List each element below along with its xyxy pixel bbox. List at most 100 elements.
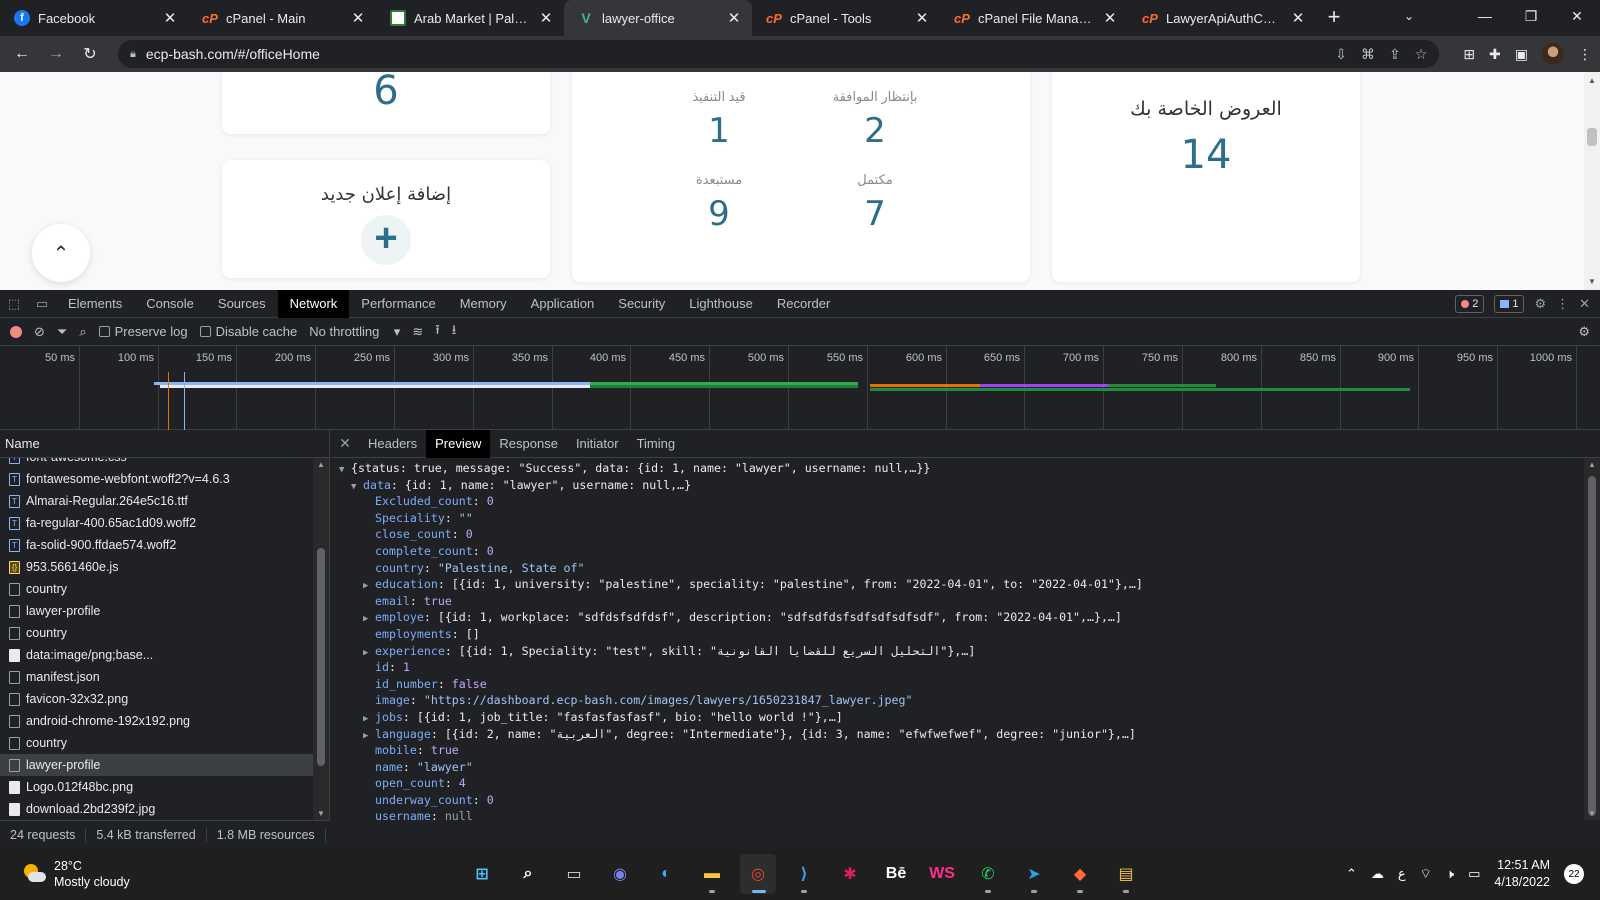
detail-tab-response[interactable]: Response (490, 430, 567, 458)
telegram-icon[interactable]: ➤ (1016, 854, 1052, 894)
devtools-tab-sources[interactable]: Sources (206, 290, 278, 318)
devtools-tab-performance[interactable]: Performance (349, 290, 447, 318)
devtools-tab-elements[interactable]: Elements (56, 290, 134, 318)
scroll-down-arrow-icon[interactable]: ▼ (1584, 809, 1600, 818)
input-language-indicator[interactable]: ع (1398, 866, 1406, 882)
request-row[interactable]: Tfa-solid-900.ffdae574.woff2 (0, 534, 313, 556)
postman-icon[interactable]: ◆ (1062, 854, 1098, 894)
request-row[interactable]: Tfont-awesome.css (0, 458, 313, 468)
close-devtools-icon[interactable]: ✕ (1579, 296, 1590, 312)
extensions-puzzle-icon[interactable]: ✚ (1489, 46, 1501, 63)
add-ad-button[interactable]: + (361, 215, 411, 265)
search-icon[interactable]: ⌕ (510, 854, 546, 894)
translate-icon[interactable]: ⌘ (1361, 46, 1375, 63)
export-har-icon[interactable]: ⭳ (452, 321, 457, 343)
detail-tab-preview[interactable]: Preview (426, 429, 491, 458)
files-icon[interactable]: ▤ (1108, 854, 1144, 894)
request-row[interactable]: country (0, 732, 313, 754)
close-tab-icon[interactable]: ✕ (1290, 9, 1306, 27)
network-conditions-icon[interactable]: ≋ (412, 324, 423, 340)
show-hidden-icons[interactable]: ⌃ (1346, 866, 1357, 882)
errors-badge[interactable]: 2 (1455, 294, 1485, 313)
close-tab-icon[interactable]: ✕ (538, 9, 554, 27)
restore-button[interactable]: ❐ (1508, 0, 1554, 36)
file-explorer-icon[interactable]: ▬ (694, 854, 730, 894)
address-bar[interactable]: 🔒︎ ecp-bash.com/#/officeHome ⇩ ⌘ ⇪ ☆ (118, 40, 1440, 68)
vscode-icon[interactable]: ⟩ (786, 854, 822, 894)
json-line[interactable]: ▶ jobs: [{id: 1, job_title: "fasfasfasfas… (331, 709, 1584, 726)
wifi-icon[interactable]: ⌔ (1420, 866, 1432, 882)
request-row[interactable]: android-chrome-192x192.png (0, 710, 313, 732)
weather-widget[interactable]: 28°C Mostly cloudy (0, 858, 130, 890)
disable-cache-checkbox[interactable]: Disable cache (199, 324, 297, 339)
scroll-down-arrow-icon[interactable]: ▼ (1584, 277, 1600, 286)
messages-badge[interactable]: 1 (1494, 294, 1525, 313)
devtools-tab-console[interactable]: Console (134, 290, 206, 318)
close-window-button[interactable]: ✕ (1554, 0, 1600, 36)
collapsed-triangle-icon[interactable]: ▶ (363, 578, 375, 595)
profile-avatar[interactable] (1542, 43, 1564, 65)
close-tab-icon[interactable]: ✕ (1102, 9, 1118, 27)
volume-icon[interactable]: 🕨 (1446, 866, 1454, 882)
request-row[interactable]: lawyer-profile (0, 754, 313, 776)
request-row[interactable]: download.2bd239f2.jpg (0, 798, 313, 820)
detail-tab-headers[interactable]: Headers (359, 430, 426, 458)
request-row[interactable]: manifest.json (0, 666, 313, 688)
whatsapp-icon[interactable]: ✆ (970, 854, 1006, 894)
settings-gear-icon[interactable]: ⚙ (1534, 296, 1546, 312)
onedrive-cloud-icon[interactable]: ☁ (1371, 866, 1384, 882)
devtools-tab-security[interactable]: Security (606, 290, 677, 318)
devtools-tab-application[interactable]: Application (519, 290, 607, 318)
windows-start-icon[interactable]: ⊞ (464, 854, 500, 894)
devtools-tab-recorder[interactable]: Recorder (765, 290, 842, 318)
preview-scrollbar[interactable]: ▲ ▼ (1584, 458, 1600, 820)
browser-tab[interactable]: f Facebook ✕ (0, 0, 188, 36)
collapsed-triangle-icon[interactable]: ▶ (363, 645, 375, 662)
share-icon[interactable]: ⇪ (1389, 46, 1401, 63)
record-button[interactable] (10, 325, 22, 338)
browser-tab[interactable]: Arab Market | Palestin ✕ (376, 0, 564, 36)
browser-menu-icon[interactable]: ⋮ (1578, 46, 1592, 63)
browser-tab[interactable]: cP cPanel - Main ✕ (188, 0, 376, 36)
task-view-icon[interactable]: ▭ (556, 854, 592, 894)
name-column-header[interactable]: Name (0, 430, 329, 458)
preview-scroll-thumb[interactable] (1588, 476, 1596, 816)
extension-icon[interactable]: ⊞ (1463, 46, 1475, 63)
detail-tab-initiator[interactable]: Initiator (567, 430, 628, 458)
request-row[interactable]: lawyer-profile (0, 600, 313, 622)
request-row[interactable]: data:image/png;base... (0, 644, 313, 666)
requests-scroll-thumb[interactable] (317, 548, 325, 766)
network-settings-icon[interactable]: ⚙ (1578, 324, 1590, 340)
page-scrollbar[interactable]: ▲ ▼ (1584, 72, 1600, 290)
search-icon[interactable]: ⌕ (79, 324, 86, 340)
collapsed-triangle-icon[interactable]: ▶ (363, 728, 375, 745)
json-line[interactable]: ▶ employe: [{id: 1, workplace: "sdfdsfsdf… (331, 609, 1584, 626)
install-app-icon[interactable]: ⇩ (1335, 46, 1347, 63)
throttling-select[interactable]: No throttling ▾ (309, 324, 400, 340)
request-row[interactable]: T Almarai-Regular.264e5c16.ttf (0, 490, 313, 512)
close-tab-icon[interactable]: ✕ (914, 9, 930, 27)
teams-chat-icon[interactable]: ◉ (602, 854, 638, 894)
battery-icon[interactable]: ▭ (1468, 866, 1480, 882)
json-line[interactable]: ▶ language: [{id: 2, name: "العربية", deg… (331, 726, 1584, 743)
scroll-up-arrow-icon[interactable]: ▲ (313, 460, 329, 469)
request-row[interactable]: {} 953.5661460e.js (0, 556, 313, 578)
offers-card[interactable]: العروض الخاصة بك 14 (1052, 72, 1360, 282)
json-line[interactable]: ▼ data: {id: 1, name: "lawyer", username:… (331, 477, 1584, 494)
device-toolbar-icon[interactable]: ▭ (28, 296, 56, 312)
scroll-up-arrow-icon[interactable]: ▲ (1584, 460, 1600, 469)
json-line[interactable]: ▶ experience: [{id: 1, Speciality: "test"… (331, 643, 1584, 660)
webstorm-icon[interactable]: WS (924, 854, 960, 894)
close-detail-icon[interactable]: ✕ (331, 435, 359, 452)
tab-search-icon[interactable]: ⌄ (1404, 0, 1414, 32)
browser-tab[interactable]: cP LawyerApiAuthContro ✕ (1128, 0, 1316, 36)
expanded-triangle-icon[interactable]: ▼ (339, 462, 351, 479)
bookmark-star-icon[interactable]: ☆ (1415, 46, 1428, 63)
page-scroll-thumb[interactable] (1587, 128, 1597, 146)
reload-button[interactable]: ↻ (76, 40, 104, 68)
devtools-tab-network[interactable]: Network (277, 289, 350, 318)
slack-icon[interactable]: ✱ (832, 854, 868, 894)
request-row[interactable]: Logo.012f48bc.png (0, 776, 313, 798)
request-row[interactable]: Tfa-regular-400.65ac1d09.woff2 (0, 512, 313, 534)
close-tab-icon[interactable]: ✕ (162, 9, 178, 27)
